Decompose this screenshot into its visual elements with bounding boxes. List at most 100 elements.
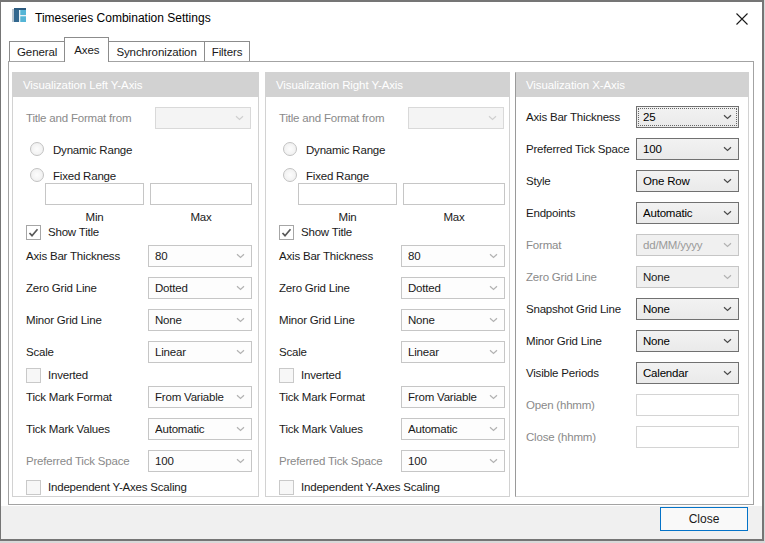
right-y-axis-min-input[interactable] bbox=[298, 183, 397, 205]
x-axis-dropdown-zero-grid-line[interactable]: None bbox=[636, 266, 739, 288]
x-axis-dropdown-axis-bar-thickness[interactable]: 25 bbox=[636, 106, 739, 128]
x-axis-row-close-hhmm: Close (hhmm) bbox=[516, 426, 748, 450]
x-axis-header: Visualization X-Axis bbox=[516, 73, 748, 97]
left-y-axis-dropdown-axis-bar-thickness[interactable]: 80 bbox=[148, 245, 252, 267]
x-axis-dropdown-minor-grid-line[interactable]: None bbox=[636, 330, 739, 352]
x-axis-dropdown-snapshot-grid-line[interactable]: None bbox=[636, 298, 739, 320]
left-y-axis-row-independent-y-axes-scaling: Independent Y-Axes Scaling bbox=[13, 476, 258, 500]
x-axis-dropdown-format[interactable]: dd/MM/yyyy bbox=[636, 234, 739, 256]
label-scale: Scale bbox=[279, 341, 307, 363]
label-preferred-tick-space: Preferred Tick Space bbox=[26, 450, 129, 472]
left-y-axis-dropdown-zero-grid-line[interactable]: Dotted bbox=[148, 277, 252, 299]
tab-strip: GeneralAxesSynchronizationFilters bbox=[9, 37, 249, 62]
label-axis-bar-thickness: Axis Bar Thickness bbox=[26, 245, 120, 267]
tab-filters[interactable]: Filters bbox=[204, 41, 251, 62]
right-y-axis-row-scale: Scale Linear bbox=[266, 341, 509, 365]
label-minor-grid-line: Minor Grid Line bbox=[526, 330, 602, 352]
right-y-axis-max-input[interactable] bbox=[403, 183, 505, 205]
panel-left-y-axis: Visualization Left Y-Axis Title and Forma… bbox=[12, 72, 259, 497]
right-y-axis-dropdown-preferred-tick-space[interactable]: 100 bbox=[401, 450, 505, 472]
x-axis-dropdown-preferred-tick-space[interactable]: 100 bbox=[636, 138, 739, 160]
label-title-and-format-from: Title and Format from bbox=[279, 107, 384, 129]
x-axis-dropdown-visible-periods[interactable]: Calendar bbox=[636, 362, 739, 384]
tab-page-axes: Visualization Left Y-Axis Title and Forma… bbox=[8, 61, 754, 505]
tab-synchronization[interactable]: Synchronization bbox=[108, 41, 204, 62]
left-y-axis-row-tick-mark-values: Tick Mark ValuesAutomatic bbox=[13, 418, 258, 442]
label-axis-bar-thickness: Axis Bar Thickness bbox=[526, 106, 620, 128]
right-y-axis-row-minmax: MinMax bbox=[266, 183, 509, 207]
label-axis-bar-thickness: Axis Bar Thickness bbox=[279, 245, 373, 267]
left-y-axis-row-show-title: Show Title bbox=[13, 221, 258, 245]
right-y-axis-checkbox-independent-y-axes-scaling[interactable] bbox=[279, 480, 294, 495]
right-y-axis-dropdown-title-and-format-from[interactable] bbox=[408, 107, 504, 129]
title-bar: Timeseries Combination Settings bbox=[1, 2, 762, 34]
left-y-axis-dropdown-tick-mark-values[interactable]: Automatic bbox=[148, 418, 252, 440]
right-y-axis-row-tick-mark-format: Tick Mark FormatFrom Variable bbox=[266, 386, 509, 410]
label-dynamic-range: Dynamic Range bbox=[53, 139, 132, 161]
left-y-axis-radio-fixed-range[interactable] bbox=[30, 168, 44, 182]
left-y-axis-checkbox-show-title[interactable] bbox=[26, 225, 41, 240]
label-format: Format bbox=[526, 234, 561, 256]
left-y-axis-row-minor-grid-line: Minor Grid Line None bbox=[13, 309, 258, 333]
left-y-axis-dropdown-tick-mark-format[interactable]: From Variable bbox=[148, 386, 252, 408]
label-inverted: Inverted bbox=[301, 364, 341, 386]
left-y-axis-dropdown-preferred-tick-space[interactable]: 100 bbox=[148, 450, 252, 472]
label-endpoints: Endpoints bbox=[526, 202, 575, 224]
left-y-axis-min-input[interactable] bbox=[45, 183, 144, 205]
left-y-axis-row-title-and-format-from: Title and Format from bbox=[13, 107, 258, 131]
right-y-axis-radio-dynamic-range[interactable] bbox=[283, 142, 297, 156]
right-y-axis-dropdown-tick-mark-format[interactable]: From Variable bbox=[401, 386, 505, 408]
right-y-axis-dropdown-axis-bar-thickness[interactable]: 80 bbox=[401, 245, 505, 267]
tab-axes[interactable]: Axes bbox=[64, 37, 109, 62]
left-y-axis-checkbox-inverted[interactable] bbox=[26, 368, 41, 383]
right-y-axis-dropdown-scale[interactable]: Linear bbox=[401, 341, 505, 363]
label-scale: Scale bbox=[26, 341, 54, 363]
left-y-axis-checkbox-independent-y-axes-scaling[interactable] bbox=[26, 480, 41, 495]
left-y-axis-row-zero-grid-line: Zero Grid LineDotted bbox=[13, 277, 258, 301]
label-preferred-tick-space: Preferred Tick Space bbox=[526, 138, 629, 160]
right-y-axis-checkbox-show-title[interactable] bbox=[279, 225, 294, 240]
left-y-axis-max-input[interactable] bbox=[150, 183, 252, 205]
tab-general[interactable]: General bbox=[9, 41, 65, 62]
x-axis-dropdown-endpoints[interactable]: Automatic bbox=[636, 202, 739, 224]
left-y-axis-row-axis-bar-thickness: Axis Bar Thickness 80 bbox=[13, 245, 258, 269]
x-axis-input-close-hhmm[interactable] bbox=[636, 426, 739, 448]
left-y-axis-header: Visualization Left Y-Axis bbox=[13, 73, 258, 97]
left-y-axis-row-dynamic-range: Dynamic Range bbox=[13, 139, 258, 163]
x-axis-dropdown-style[interactable]: One Row bbox=[636, 170, 739, 192]
label-dynamic-range: Dynamic Range bbox=[306, 139, 385, 161]
label-close-hhmm: Close (hhmm) bbox=[526, 426, 596, 448]
left-y-axis-row-tick-mark-format: Tick Mark FormatFrom Variable bbox=[13, 386, 258, 410]
panel-x-axis: Visualization X-Axis Axis Bar Thickness 25… bbox=[515, 72, 749, 497]
close-window-icon[interactable] bbox=[734, 11, 750, 27]
x-axis-row-format: Format dd/MM/yyyy bbox=[516, 234, 748, 258]
label-show-title: Show Title bbox=[301, 221, 352, 243]
label-title-and-format-from: Title and Format from bbox=[26, 107, 131, 129]
left-y-axis-row-scale: Scale Linear bbox=[13, 341, 258, 365]
right-y-axis-row-axis-bar-thickness: Axis Bar Thickness 80 bbox=[266, 245, 509, 269]
label-independent-y-axes-scaling: Independent Y-Axes Scaling bbox=[48, 476, 187, 498]
right-y-axis-dropdown-zero-grid-line[interactable]: Dotted bbox=[401, 277, 505, 299]
right-y-axis-dropdown-tick-mark-values[interactable]: Automatic bbox=[401, 418, 505, 440]
panel-right-y-axis: Visualization Right Y-AxisTitle and Form… bbox=[265, 72, 510, 497]
right-y-axis-row-tick-mark-values: Tick Mark ValuesAutomatic bbox=[266, 418, 509, 442]
right-y-axis-row-show-title: Show Title bbox=[266, 221, 509, 245]
label-style: Style bbox=[526, 170, 551, 192]
left-y-axis-dropdown-scale[interactable]: Linear bbox=[148, 341, 252, 363]
left-y-axis-row-preferred-tick-space: Preferred Tick Space 100 bbox=[13, 450, 258, 474]
right-y-axis-dropdown-minor-grid-line[interactable]: None bbox=[401, 309, 505, 331]
x-axis-input-open-hhmm[interactable] bbox=[636, 394, 739, 416]
right-y-axis-radio-fixed-range[interactable] bbox=[283, 168, 297, 182]
x-axis-row-open-hhmm: Open (hhmm) bbox=[516, 394, 748, 418]
left-y-axis-radio-dynamic-range[interactable] bbox=[30, 142, 44, 156]
x-axis-row-visible-periods: Visible PeriodsCalendar bbox=[516, 362, 748, 386]
label-minor-grid-line: Minor Grid Line bbox=[26, 309, 102, 331]
right-y-axis-checkbox-inverted[interactable] bbox=[279, 368, 294, 383]
label-inverted: Inverted bbox=[48, 364, 88, 386]
dialog-window: Timeseries Combination Settings GeneralA… bbox=[0, 0, 764, 541]
left-y-axis-row-minmax: MinMax bbox=[13, 183, 258, 207]
left-y-axis-dropdown-title-and-format-from[interactable] bbox=[155, 107, 251, 129]
left-y-axis-dropdown-minor-grid-line[interactable]: None bbox=[148, 309, 252, 331]
close-button[interactable]: Close bbox=[660, 507, 748, 531]
right-y-axis-row-preferred-tick-space: Preferred Tick Space100 bbox=[266, 450, 509, 474]
